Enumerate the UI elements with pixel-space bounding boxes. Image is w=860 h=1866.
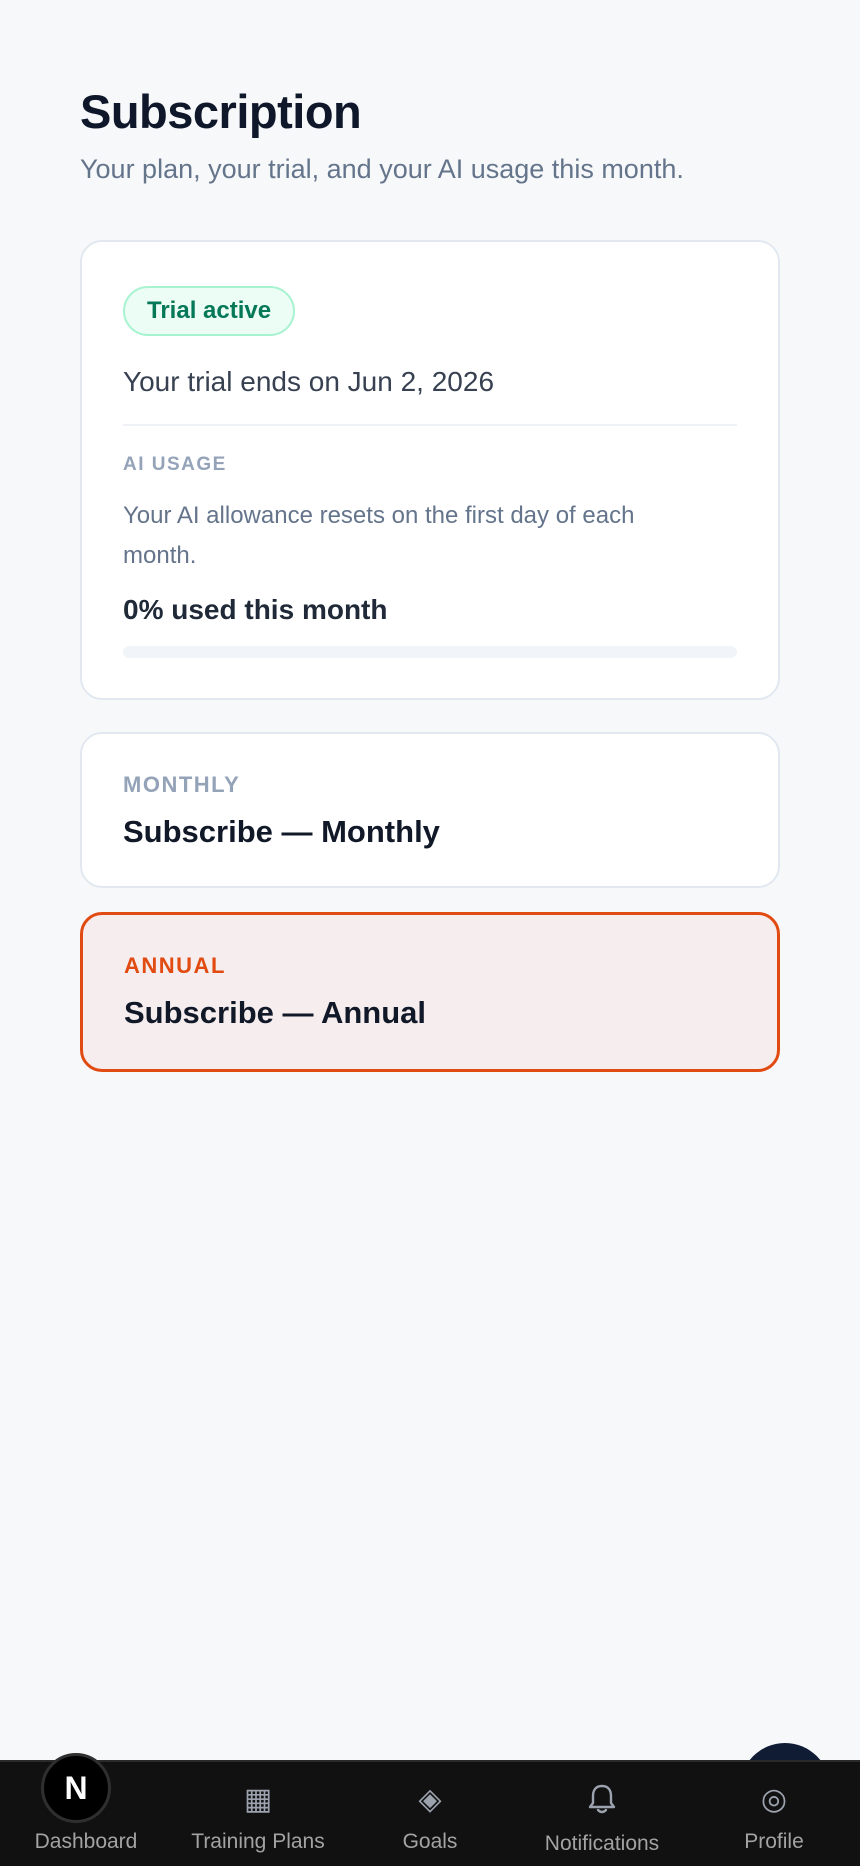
calendar-grid-icon: ▦ (243, 1783, 273, 1816)
ai-usage-description: Your AI allowance resets on the first da… (123, 502, 635, 569)
nav-label: Training Plans (191, 1830, 325, 1853)
nav-item-profile[interactable]: ◎ Profile (688, 1762, 860, 1866)
plan-label: MONTHLY (123, 772, 241, 797)
diamond-icon: ◈ (418, 1783, 442, 1816)
monthly-plan-button[interactable]: MONTHLY Subscribe — Monthly (80, 732, 780, 888)
nav-label: Dashboard (34, 1830, 138, 1853)
trial-card: Trial active Your trial ends on Jun 2, 2… (80, 240, 780, 700)
page-title: Subscription (80, 85, 362, 138)
bell-icon (516, 1782, 688, 1824)
nav-item-training-plans[interactable]: ▦ Training Plans (172, 1762, 344, 1866)
page-subtitle: Your plan, your trial, and your AI usage… (80, 154, 684, 184)
plan-title: Subscribe — Monthly (123, 814, 440, 849)
trial-end-text: Your trial ends on Jun 2, 2026 (123, 366, 495, 397)
annual-plan-button[interactable]: ANNUAL Subscribe — Annual (80, 912, 780, 1072)
nav-item-notifications[interactable]: Notifications (516, 1762, 688, 1866)
ai-usage-stat: 0% used this month (123, 594, 388, 625)
app-logo-icon: N (41, 1753, 111, 1823)
plan-title: Subscribe — Annual (124, 995, 427, 1030)
nav-item-goals[interactable]: ◈ Goals (344, 1762, 516, 1866)
trial-status-badge: Trial active (123, 286, 296, 336)
nav-label: Goals (402, 1830, 458, 1853)
nav-label: Profile (744, 1830, 804, 1853)
ai-usage-label: AI USAGE (123, 454, 227, 475)
plan-label: ANNUAL (124, 953, 226, 978)
profile-ring-icon: ◎ (760, 1783, 788, 1816)
ai-usage-progress-bar (123, 646, 737, 658)
nav-label: Notifications (544, 1832, 660, 1855)
bottom-nav: N Dashboard ▦ Training Plans ◈ Goals Not… (0, 1753, 860, 1866)
divider (123, 424, 737, 426)
nav-item-dashboard[interactable]: N Dashboard (0, 1753, 172, 1866)
